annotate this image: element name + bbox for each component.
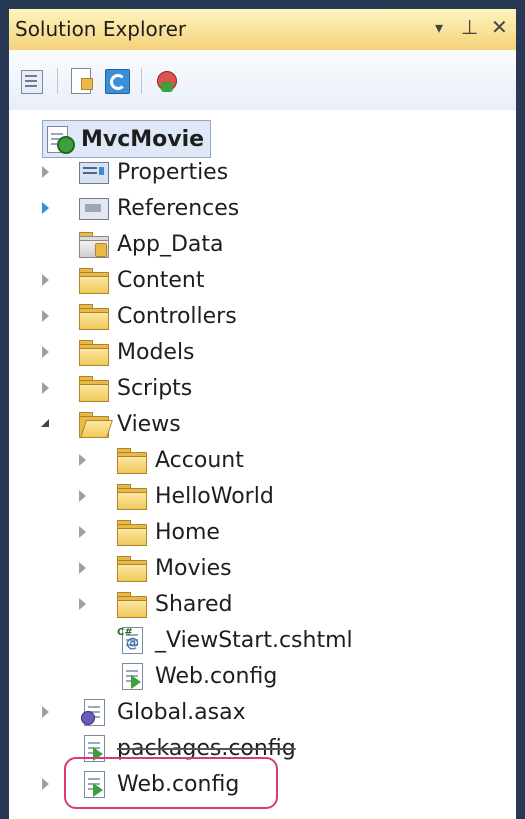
window-title: Solution Explorer — [15, 17, 187, 41]
expand-arrow-icon[interactable] — [79, 598, 86, 610]
tree-item-label: Scripts — [117, 375, 193, 401]
cshtml-file-icon: C# @ — [115, 627, 147, 654]
collapse-arrow-icon[interactable] — [41, 419, 49, 427]
expand-arrow-icon[interactable] — [42, 166, 49, 178]
expand-arrow-icon[interactable] — [79, 562, 86, 574]
refresh-icon[interactable] — [104, 68, 130, 94]
project-icon — [43, 126, 75, 154]
tree-item-label: Web.config — [155, 663, 278, 689]
expand-arrow-icon[interactable] — [42, 778, 49, 790]
folder-icon — [115, 555, 147, 582]
toolbar-separator — [141, 68, 142, 94]
tree-item-app-data[interactable]: App_Data — [77, 226, 224, 262]
tree-item-properties[interactable]: Properties — [77, 154, 228, 190]
config-file-icon — [115, 663, 147, 690]
show-all-files-icon[interactable] — [69, 68, 95, 94]
tree-item-home[interactable]: Home — [115, 514, 220, 550]
tree-item-references[interactable]: References — [77, 190, 239, 226]
tree-item-label: References — [117, 195, 240, 221]
highlight-annotation — [64, 757, 278, 809]
project-label: MvcMovie — [81, 126, 205, 152]
expand-arrow-icon[interactable] — [42, 310, 49, 322]
expand-arrow-icon[interactable] — [42, 202, 49, 214]
folder-icon — [77, 267, 109, 294]
tree-item-label: Movies — [155, 555, 232, 581]
folder-icon — [77, 303, 109, 330]
expand-arrow-icon[interactable] — [79, 454, 86, 466]
pin-icon[interactable]: ⊥ — [461, 15, 478, 39]
expand-arrow-icon[interactable] — [42, 274, 49, 286]
tree-item-helloworld[interactable]: HelloWorld — [115, 478, 274, 514]
tree-item-shared[interactable]: Shared — [115, 586, 232, 622]
solution-tree: MvcMovie Properties References App_Data … — [9, 110, 516, 819]
tree-item-label: Home — [155, 519, 220, 545]
tree-item-viewstart[interactable]: C# @ _ViewStart.cshtml — [115, 622, 353, 658]
tree-item-scripts[interactable]: Scripts — [77, 370, 192, 406]
project-node-mvcmovie[interactable]: MvcMovie — [42, 120, 212, 158]
tree-item-views-webconfig[interactable]: Web.config — [115, 658, 277, 694]
tree-item-views[interactable]: Views — [77, 406, 181, 442]
tree-item-label: Models — [117, 339, 195, 365]
expand-arrow-icon[interactable] — [79, 526, 86, 538]
toolbar-separator — [57, 68, 58, 94]
expand-arrow-icon[interactable] — [42, 706, 49, 718]
tree-item-label: HelloWorld — [155, 483, 274, 509]
expand-arrow-icon[interactable] — [79, 490, 86, 502]
open-folder-icon — [77, 411, 113, 438]
title-bar: Solution Explorer ▾ ⊥ ✕ — [9, 9, 516, 51]
folder-icon — [115, 447, 147, 474]
references-folder-icon — [77, 195, 109, 221]
properties-icon[interactable] — [19, 68, 45, 94]
tree-item-label: Properties — [117, 159, 229, 185]
expand-arrow-icon[interactable] — [42, 346, 49, 358]
app-data-folder-icon — [77, 231, 109, 258]
folder-icon — [115, 591, 147, 618]
tree-item-content[interactable]: Content — [77, 262, 205, 298]
tree-item-label: App_Data — [117, 231, 224, 257]
properties-folder-icon — [77, 159, 109, 185]
toolbar — [9, 50, 516, 111]
tree-item-label: Views — [117, 411, 181, 437]
solution-explorer-window: Solution Explorer ▾ ⊥ ✕ MvcMovie Propert… — [0, 0, 525, 819]
tree-item-label: Content — [117, 267, 205, 293]
tree-item-label: Shared — [155, 591, 233, 617]
asax-file-icon — [77, 699, 109, 726]
expand-arrow-icon[interactable] — [42, 382, 49, 394]
tree-item-movies[interactable]: Movies — [115, 550, 232, 586]
tree-item-label: Global.asax — [117, 699, 246, 725]
folder-icon — [77, 339, 109, 366]
tree-item-global-asax[interactable]: Global.asax — [77, 694, 246, 730]
view-class-diagram-icon[interactable] — [153, 68, 179, 94]
tree-item-label: Account — [155, 447, 244, 473]
tree-item-controllers[interactable]: Controllers — [77, 298, 237, 334]
tree-item-label: _ViewStart.cshtml — [155, 627, 353, 653]
folder-icon — [77, 375, 109, 402]
dropdown-icon[interactable]: ▾ — [435, 18, 443, 37]
tree-item-account[interactable]: Account — [115, 442, 244, 478]
folder-icon — [115, 519, 147, 546]
tree-item-models[interactable]: Models — [77, 334, 195, 370]
close-icon[interactable]: ✕ — [491, 15, 508, 39]
folder-icon — [115, 483, 147, 510]
tree-item-label: Controllers — [117, 303, 237, 329]
